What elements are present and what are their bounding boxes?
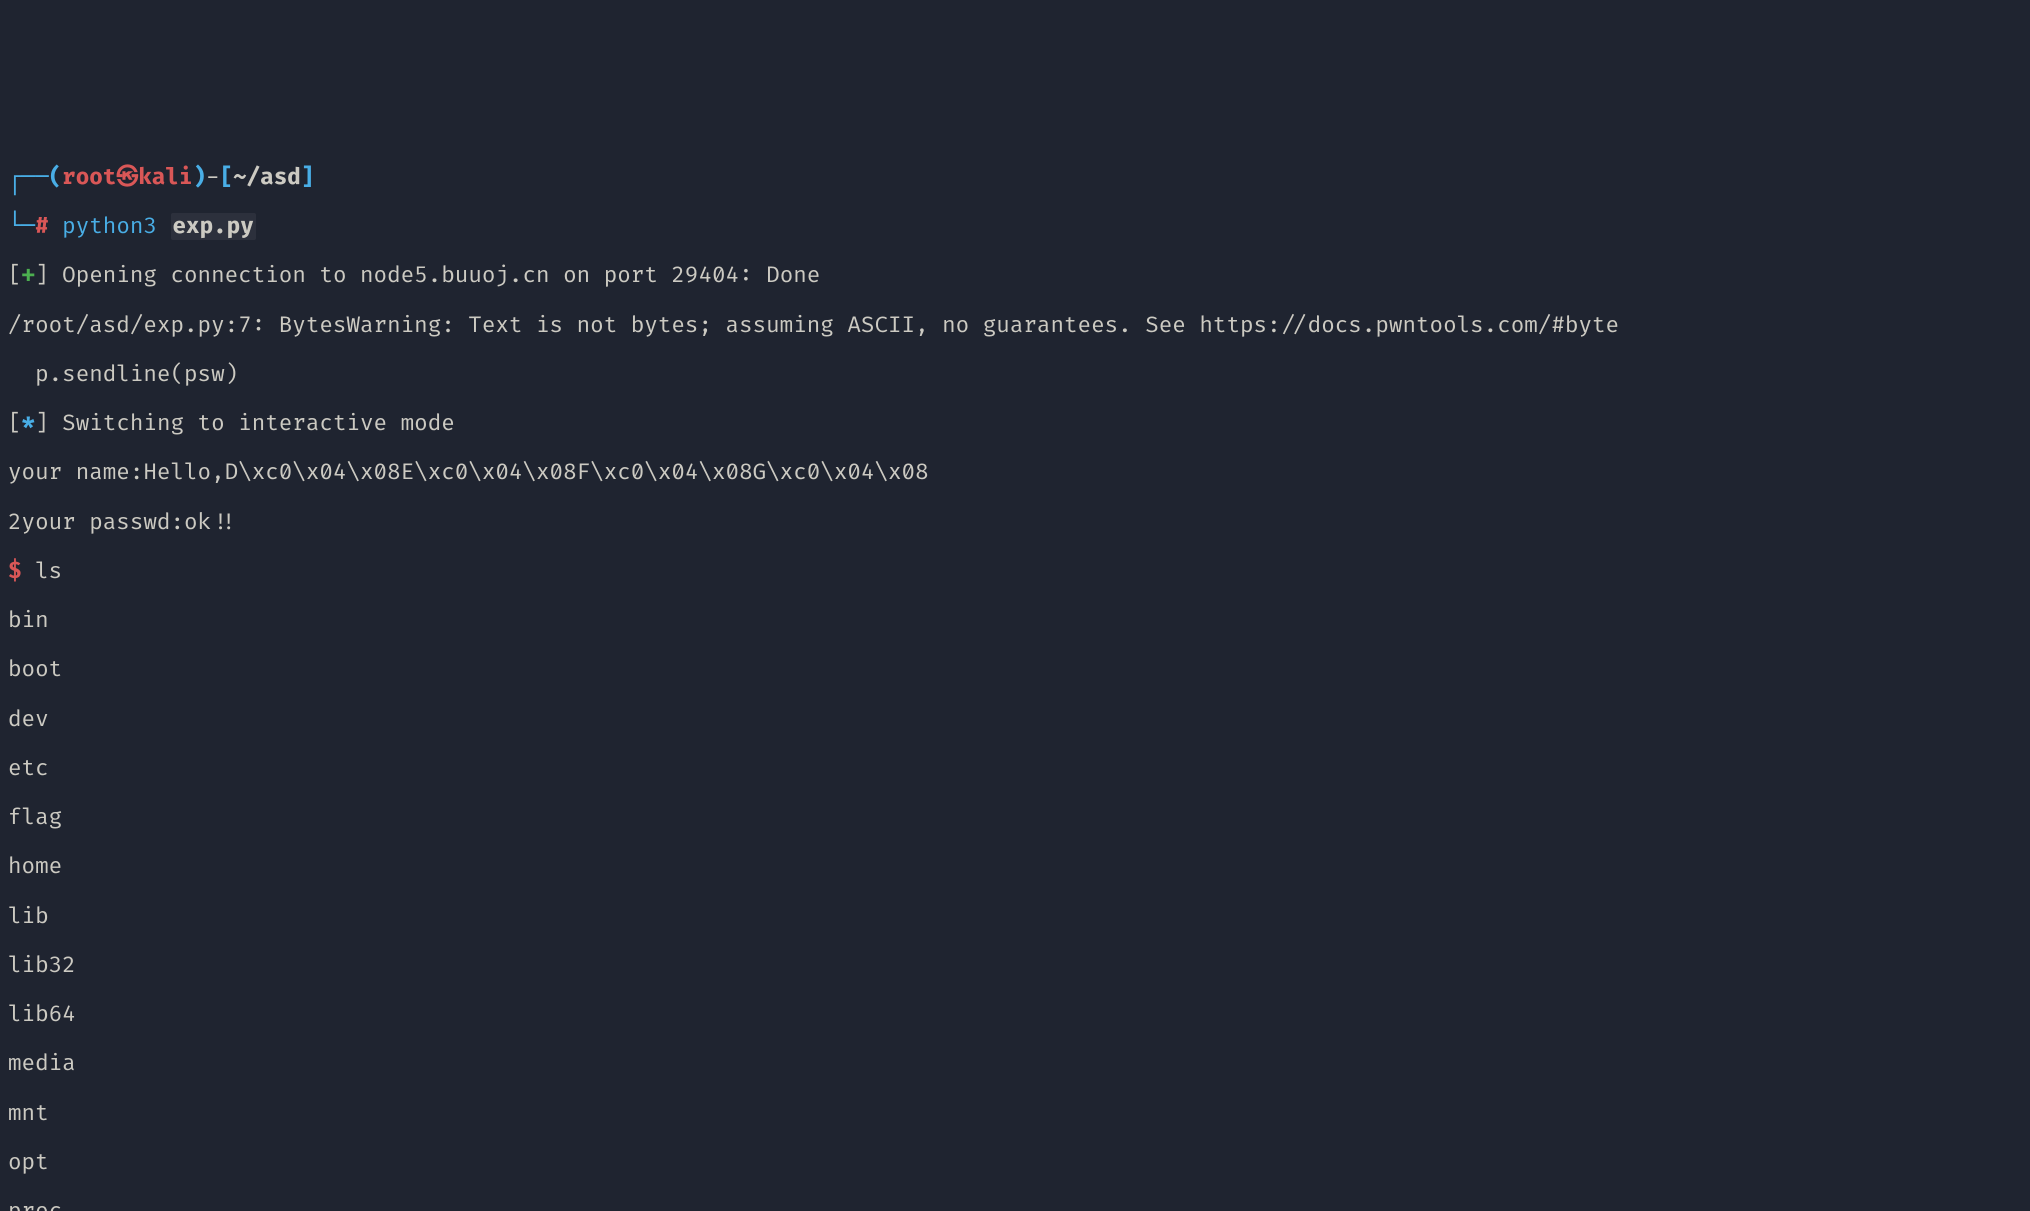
dash: - — [206, 164, 220, 191]
prompt-line-1: ┌──(root㉿kali)-[~/asd] — [8, 166, 2022, 191]
bracket: [ — [8, 262, 22, 289]
paren-right: ) — [193, 164, 207, 191]
bracket-right: ] — [301, 164, 315, 191]
command-python3: python3 — [62, 213, 157, 240]
output-warning-src: p.sendline(psw) — [8, 363, 2022, 388]
output-passwd: 2your passwd:ok!! — [8, 511, 2022, 536]
list-item: lib — [8, 905, 2022, 930]
list-item: flag — [8, 806, 2022, 831]
prompt-user: root — [62, 164, 116, 191]
bracket: [ — [8, 410, 22, 437]
shell-ls[interactable]: $ ls — [8, 560, 2022, 585]
skull-icon: ㉿ — [116, 164, 138, 191]
bracket-left: [ — [220, 164, 234, 191]
list-item: proc — [8, 1200, 2022, 1211]
output-open-conn: [+] Opening connection to node5.buuoj.cn… — [8, 264, 2022, 289]
dollar-prompt: $ — [8, 558, 22, 585]
list-item: media — [8, 1052, 2022, 1077]
terminal-window[interactable]: ┌──(root㉿kali)-[~/asd] └─# python3 exp.p… — [0, 123, 2030, 1211]
prompt-host: kali — [138, 164, 192, 191]
prompt-hash: # — [35, 213, 49, 240]
open-conn-text: ] Opening connection to node5.buuoj.cn o… — [35, 262, 820, 289]
list-item: dev — [8, 708, 2022, 733]
list-item: boot — [8, 658, 2022, 683]
list-item: etc — [8, 757, 2022, 782]
list-item: home — [8, 855, 2022, 880]
list-item: lib64 — [8, 1003, 2022, 1028]
list-item: mnt — [8, 1102, 2022, 1127]
output-switch-mode: [*] Switching to interactive mode — [8, 412, 2022, 437]
list-item: lib32 — [8, 954, 2022, 979]
cmd-ls: ls — [35, 558, 62, 585]
box-bottom: └─ — [8, 213, 35, 240]
box-corner: ┌── — [8, 164, 49, 191]
output-warning: /root/asd/exp.py:7: BytesWarning: Text i… — [8, 314, 2022, 339]
prompt-line-2: └─# python3 exp.py — [8, 215, 2022, 240]
command-arg: exp.py — [171, 213, 256, 240]
list-item: opt — [8, 1151, 2022, 1176]
plus-icon: + — [22, 262, 36, 289]
prompt-cwd: ~/asd — [233, 164, 301, 191]
list-item: bin — [8, 609, 2022, 634]
output-name: your name:Hello,D\xc0\x04\x08E\xc0\x04\x… — [8, 461, 2022, 486]
star-icon: * — [22, 410, 36, 437]
switch-text: ] Switching to interactive mode — [35, 410, 455, 437]
paren-left: ( — [49, 164, 63, 191]
